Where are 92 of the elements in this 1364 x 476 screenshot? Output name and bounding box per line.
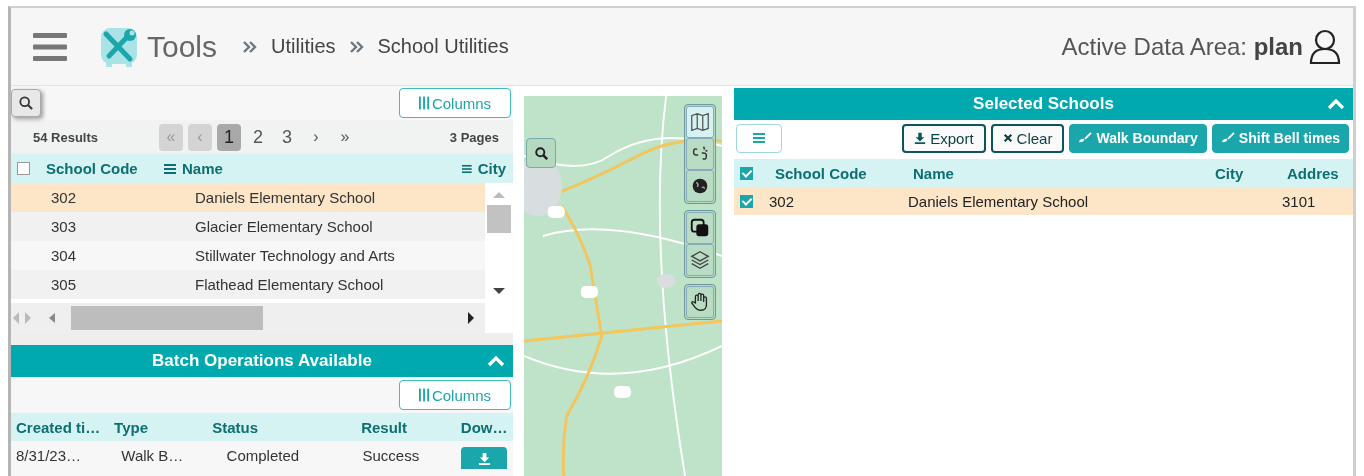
- search-icon: [534, 146, 548, 160]
- close-icon: [1002, 133, 1013, 143]
- layers-icon: [689, 249, 711, 271]
- table-row[interactable]: 304 Stillwater Technology and Arts: [11, 241, 485, 270]
- pager-nav-button[interactable]: ›: [304, 123, 328, 151]
- scroll-right-icon[interactable]: [467, 311, 475, 325]
- menu-button[interactable]: [736, 123, 782, 153]
- active-data-area: Active Data Area: plan: [1061, 32, 1303, 61]
- column-header[interactable]: Name: [913, 164, 1215, 182]
- panel-header[interactable]: Selected Schools: [734, 88, 1353, 120]
- column-header[interactable]: Type: [112, 418, 211, 436]
- action-button[interactable]: Shift Bell times: [1211, 123, 1349, 153]
- column-menu-icon[interactable]: [164, 163, 176, 174]
- hand-tool-button[interactable]: [686, 286, 714, 318]
- column-menu-icon[interactable]: [462, 163, 472, 174]
- column-header[interactable]: Name: [182, 160, 223, 177]
- download-icon: [914, 132, 927, 144]
- table-cell-text: Success: [361, 446, 421, 464]
- chevron-icon: [349, 40, 364, 53]
- page-button[interactable]: 1: [217, 123, 241, 151]
- scroll-down-icon[interactable]: [493, 287, 505, 295]
- column-header[interactable]: City: [1215, 164, 1287, 182]
- page-button[interactable]: 2: [246, 123, 270, 151]
- search-button[interactable]: [11, 89, 41, 117]
- map-icon: [689, 111, 711, 133]
- table-cell-text: Stillwater Technology and Arts: [194, 247, 395, 264]
- column-header[interactable]: School Code: [46, 160, 138, 177]
- table-row[interactable]: 305 Flathead Elementary School: [11, 270, 485, 299]
- table-cell-text: Daniels Elementary School: [194, 189, 376, 206]
- splitter-handle[interactable]: [11, 333, 513, 345]
- breadcrumb-link[interactable]: School Utilities: [377, 35, 509, 58]
- table-cell-text: Completed: [225, 446, 301, 464]
- panel-title: Selected Schools: [973, 94, 1114, 114]
- panel-title: Batch Operations Available: [152, 351, 372, 371]
- breadcrumb-link[interactable]: Utilities: [271, 35, 336, 58]
- table-cell-text: 302: [50, 189, 78, 206]
- search-button[interactable]: [526, 138, 556, 168]
- globe-tool-button[interactable]: [686, 170, 714, 202]
- chevron-icon: [243, 40, 258, 53]
- table-cell-text: Flathead Elementary School: [194, 276, 384, 293]
- map-tool-button[interactable]: [686, 106, 714, 138]
- column-header[interactable]: School Code: [753, 164, 913, 182]
- table-row[interactable]: 303 Glacier Elementary School: [11, 212, 485, 241]
- table-cell-text: Daniels Elementary School: [908, 192, 1090, 210]
- overlap-icon: [689, 217, 711, 239]
- columns-icon: [418, 96, 430, 110]
- download-icon: [477, 451, 491, 465]
- overlap-tool-button[interactable]: [686, 212, 714, 244]
- columns-button[interactable]: Columns: [399, 380, 511, 410]
- page-button[interactable]: 3: [275, 123, 299, 151]
- column-header[interactable]: Addres: [1287, 164, 1339, 182]
- table-cell-text: Glacier Elementary School: [194, 218, 373, 235]
- select-all-checkbox[interactable]: [17, 162, 30, 175]
- brush-icon: [1078, 132, 1093, 144]
- table-cell-text: Walk B…: [120, 446, 185, 464]
- results-count: 54 Results: [33, 129, 100, 145]
- action-button[interactable]: Walk Boundary: [1069, 123, 1207, 153]
- unlink-tool-button[interactable]: [686, 138, 714, 170]
- column-header[interactable]: Status: [210, 418, 338, 436]
- table-cell-text: 304: [50, 247, 78, 264]
- action-button[interactable]: Clear: [990, 123, 1065, 153]
- column-header[interactable]: Dow…: [455, 418, 513, 436]
- table-cell-text: 305: [50, 276, 78, 293]
- columns-icon: [418, 388, 430, 402]
- panel-header[interactable]: Batch Operations Available: [11, 345, 513, 377]
- table-cell-text: 303: [50, 218, 78, 235]
- pager-nav-button[interactable]: »: [333, 123, 357, 151]
- search-icon: [19, 96, 33, 110]
- user-icon[interactable]: [1309, 28, 1341, 65]
- page-count: 3 Pages: [449, 129, 499, 145]
- table-row[interactable]: 302 Daniels Elementary School: [11, 183, 485, 212]
- scrollbar-thumb[interactable]: [487, 205, 511, 233]
- column-header[interactable]: Created ti…: [11, 418, 113, 436]
- chevron-up-icon[interactable]: [487, 355, 505, 367]
- row-checkbox[interactable]: [740, 194, 753, 208]
- menu-icon: [753, 133, 765, 143]
- scrollbar-thumb[interactable]: [71, 306, 263, 330]
- layers-tool-button[interactable]: [686, 244, 714, 276]
- menu-icon[interactable]: [33, 31, 67, 62]
- table-cell: 3101: [1282, 192, 1316, 210]
- column-header[interactable]: City: [477, 160, 506, 177]
- table-cell-text: 302: [768, 192, 796, 210]
- columns-button[interactable]: Columns: [399, 88, 511, 118]
- select-all-checkbox[interactable]: [740, 166, 753, 180]
- brush-icon: [1220, 132, 1235, 144]
- action-button[interactable]: Export: [902, 123, 986, 153]
- chevron-up-icon[interactable]: [1327, 98, 1345, 110]
- column-header[interactable]: Result: [337, 418, 456, 436]
- table-row[interactable]: 302 Daniels Elementary School 3101: [734, 187, 1353, 215]
- table-cell-text: 8/31/23…: [15, 446, 83, 464]
- download-button[interactable]: [461, 447, 508, 469]
- app-title: Tools: [147, 29, 218, 64]
